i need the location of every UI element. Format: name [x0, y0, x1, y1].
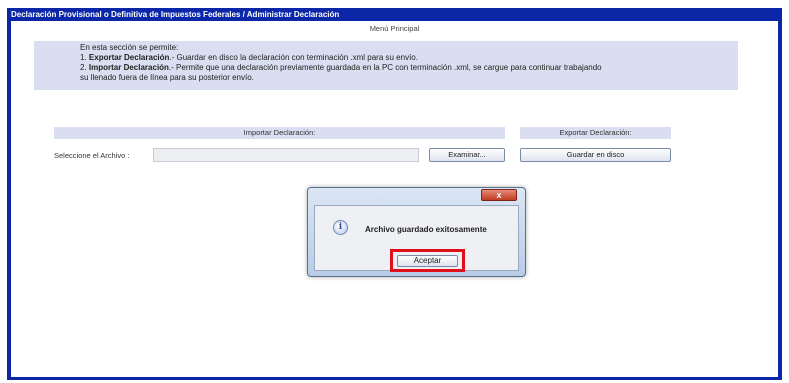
close-button[interactable]: x — [481, 189, 517, 201]
info-item-continuation: su llenado fuera de línea para su poster… — [80, 73, 254, 82]
info-item-export: 1. Exportar Declaración.- Guardar en dis… — [80, 53, 738, 63]
file-path-input[interactable] — [153, 148, 419, 162]
accept-highlight: Aceptar — [390, 249, 465, 272]
dialog-message: Archivo guardado exitosamente — [365, 225, 487, 234]
info-item-title: Importar Declaración — [88, 63, 169, 72]
info-icon: i — [333, 220, 348, 235]
info-intro: En esta sección se permite: — [80, 43, 179, 52]
info-panel: En esta sección se permite: 1. Exportar … — [34, 41, 738, 90]
import-section-header: Importar Declaración: — [54, 127, 505, 139]
accept-button[interactable]: Aceptar — [397, 255, 458, 267]
message-dialog: x i Archivo guardado exitosamente Acepta… — [307, 187, 526, 277]
info-item-text: .- Permite que una declaración previamen… — [168, 63, 602, 72]
info-item-title: Exportar Declaración — [88, 53, 170, 62]
info-item-text: .- Guardar en disco la declaración con t… — [169, 53, 418, 62]
browse-button[interactable]: Examinar... — [429, 148, 505, 162]
close-icon: x — [496, 190, 502, 200]
save-to-disk-button[interactable]: Guardar en disco — [520, 148, 671, 162]
info-item-number: 2. — [80, 63, 87, 72]
window-title: Declaración Provisional o Definitiva de … — [11, 10, 340, 19]
main-menu-link[interactable]: Menú Principal — [11, 24, 778, 33]
dialog-body: i Archivo guardado exitosamente Aceptar — [314, 205, 519, 272]
info-item-import: 2. Importar Declaración.- Permite que un… — [80, 63, 738, 73]
info-item-number: 1. — [80, 53, 87, 62]
file-label: Seleccione el Archivo : — [54, 151, 130, 160]
export-section-header: Exportar Declaración: — [520, 127, 671, 139]
